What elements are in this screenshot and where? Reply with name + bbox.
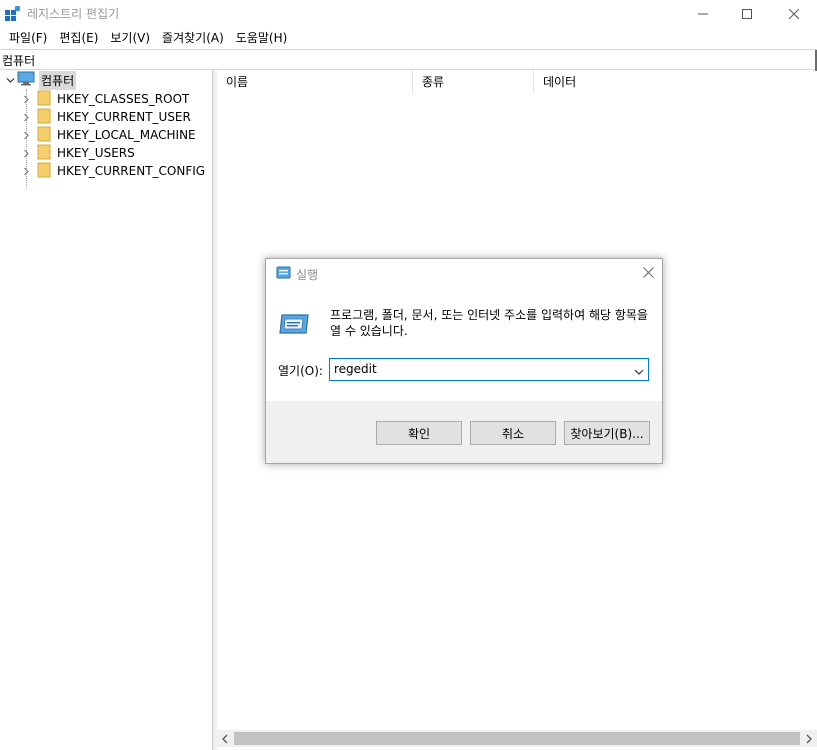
cancel-button[interactable]: 취소: [470, 421, 556, 445]
chevron-right-icon[interactable]: [19, 126, 33, 144]
menu-bar: 파일(F) 편집(E) 보기(V) 즐겨찾기(A) 도움말(H): [0, 28, 817, 48]
menu-edit[interactable]: 편집(E): [53, 28, 104, 48]
tree-item-hkey-current-user[interactable]: HKEY_CURRENT_USER: [19, 108, 191, 126]
tree-item-label: 컴퓨터: [39, 70, 77, 90]
tree-item-label: HKEY_CURRENT_CONFIG: [57, 164, 206, 178]
folder-icon: [37, 108, 51, 127]
computer-icon: [17, 71, 35, 89]
menu-view[interactable]: 보기(V): [104, 28, 156, 48]
chevron-down-icon[interactable]: [3, 71, 17, 89]
scroll-left-icon[interactable]: [221, 733, 229, 747]
browse-button[interactable]: 찾아보기(B)...: [564, 421, 650, 445]
window-title: 레지스트리 편집기: [27, 7, 120, 21]
folder-icon: [37, 126, 51, 145]
column-header-data[interactable]: 데이터: [534, 70, 734, 94]
tree-item-label: HKEY_LOCAL_MACHINE: [57, 128, 196, 142]
run-program-icon: [278, 311, 310, 340]
menu-file[interactable]: 파일(F): [3, 28, 53, 48]
minimize-button[interactable]: [680, 0, 726, 28]
folder-icon: [37, 162, 51, 181]
chevron-right-icon[interactable]: [19, 144, 33, 162]
ok-button[interactable]: 확인: [376, 421, 462, 445]
close-button[interactable]: [771, 0, 817, 28]
folder-icon: [37, 144, 51, 163]
chevron-right-icon[interactable]: [19, 162, 33, 180]
run-icon: [275, 266, 291, 283]
tree-item-hkey-users[interactable]: HKEY_USERS: [19, 144, 135, 162]
title-bar: 레지스트리 편집기: [0, 0, 817, 28]
scroll-right-icon[interactable]: [805, 733, 813, 747]
regedit-app-icon: [5, 5, 21, 22]
tree-item-label: HKEY_CLASSES_ROOT: [57, 92, 190, 106]
tree-item-computer[interactable]: 컴퓨터: [3, 70, 77, 90]
run-dialog-description: 프로그램, 폴더, 문서, 또는 인터넷 주소를 입력하여 해당 항목을 열 수…: [330, 308, 648, 338]
chevron-right-icon[interactable]: [19, 108, 33, 126]
run-dialog-title: 실행: [296, 268, 319, 282]
maximize-button[interactable]: [724, 0, 770, 28]
address-bar[interactable]: 컴퓨터: [0, 49, 817, 71]
menu-favorites[interactable]: 즐겨찾기(A): [156, 28, 230, 48]
address-path: 컴퓨터: [2, 54, 36, 68]
column-headers: 이름 종류 데이터: [217, 70, 817, 94]
tree-item-hkey-classes-root[interactable]: HKEY_CLASSES_ROOT: [19, 90, 189, 108]
tree-item-label: HKEY_CURRENT_USER: [57, 110, 191, 124]
chevron-right-icon[interactable]: [19, 90, 33, 108]
folder-icon: [37, 90, 51, 109]
chevron-down-icon[interactable]: [634, 365, 644, 379]
tree-item-label: HKEY_USERS: [57, 146, 135, 160]
run-dialog-title-bar: 실행: [266, 259, 662, 289]
tree-pane[interactable]: 컴퓨터 HKEY_CLASSES_ROOT HKEY_CURRENT_USER …: [0, 70, 213, 750]
open-input[interactable]: regedit: [334, 362, 377, 376]
close-icon[interactable]: [643, 267, 654, 281]
open-combobox[interactable]: regedit: [329, 358, 649, 381]
open-field-label: 열기(O):: [278, 364, 323, 378]
close-icon: [789, 9, 799, 19]
tree-item-hkey-current-config[interactable]: HKEY_CURRENT_CONFIG: [19, 162, 205, 180]
minimize-icon: [698, 9, 708, 19]
menu-help[interactable]: 도움말(H): [230, 28, 294, 48]
column-header-type[interactable]: 종류: [413, 70, 534, 94]
tree-item-hkey-local-machine[interactable]: HKEY_LOCAL_MACHINE: [19, 126, 196, 144]
scrollbar-thumb[interactable]: [234, 732, 800, 745]
run-dialog: 실행 프로그램, 폴더, 문서, 또는 인터넷 주소를 입력하여 해당 항목을 …: [265, 258, 663, 464]
column-header-name[interactable]: 이름: [217, 70, 413, 94]
maximize-icon: [742, 9, 752, 19]
run-dialog-footer: 확인 취소 찾아보기(B)...: [266, 401, 662, 463]
horizontal-scrollbar[interactable]: [217, 730, 817, 747]
